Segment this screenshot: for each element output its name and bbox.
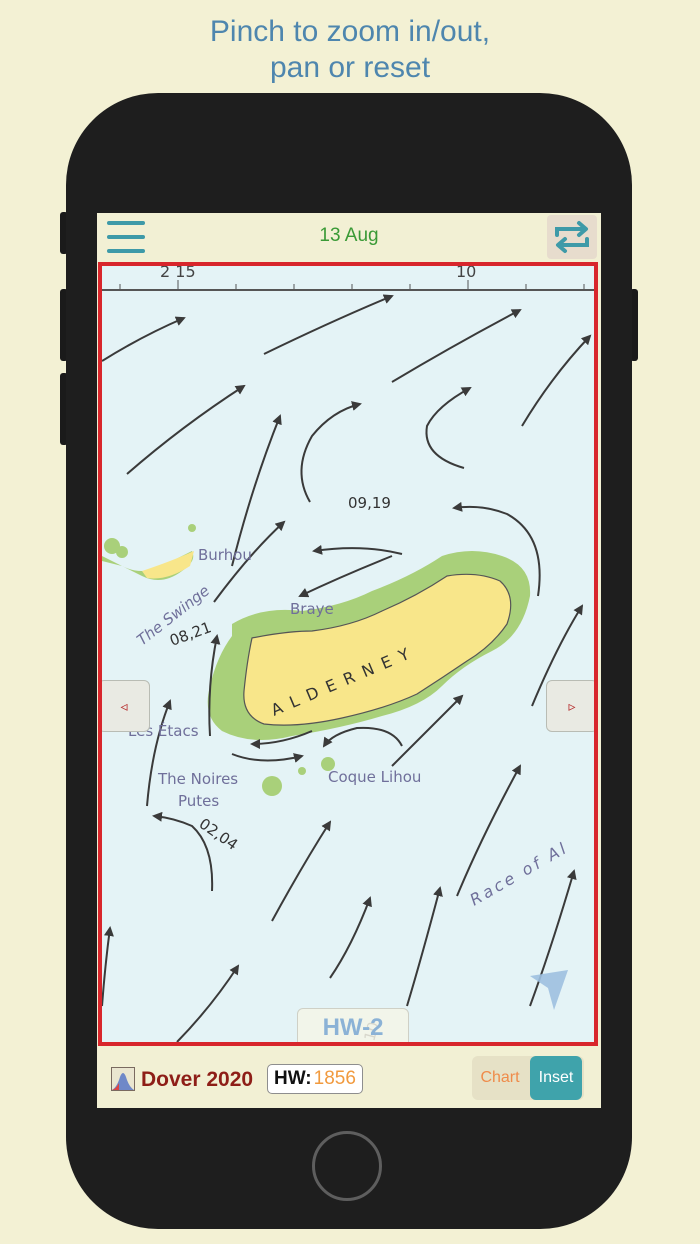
caption-line-1: Pinch to zoom in/out, (209, 15, 491, 48)
hw-offset-overlay: HW-2 1626-1726 (297, 1008, 409, 1046)
date-label: 13 Aug (319, 225, 379, 246)
home-button[interactable] (312, 1131, 382, 1201)
prev-arrow-button[interactable]: ◃ (102, 680, 150, 732)
view-segmented-control: Chart Inset (472, 1056, 584, 1100)
app-screen: 13 Aug 2 15 10 Burhou Braye Les Étacs Th… (97, 213, 601, 1108)
tidal-chart[interactable]: 2 15 10 Burhou Braye Les Étacs The Noire… (98, 262, 598, 1046)
caption-line-2: pan or reset (269, 51, 431, 84)
label-burhou: Burhou (198, 546, 252, 564)
hw-time-label: HW: (274, 1068, 312, 1089)
port-name[interactable]: Dover 2020 (141, 1067, 253, 1093)
hw-time-chip[interactable]: HW: 1856 (267, 1064, 363, 1094)
instruction-caption: Pinch to zoom in/out, pan or reset (0, 14, 700, 86)
rate-0919: 09,19 (348, 494, 391, 512)
next-arrow-button[interactable]: ▹ (546, 680, 594, 732)
scale-label-1: 2 15 (160, 266, 196, 281)
hw-offset-range: 1626-1726 (298, 1043, 408, 1046)
chart-tab-button[interactable]: Chart (472, 1056, 528, 1100)
hw-offset-title: HW-2 (322, 1014, 384, 1041)
label-coque-lihou: Coque Lihou (328, 768, 421, 786)
label-race: Race of Al (467, 838, 572, 910)
swap-arrows-icon[interactable] (547, 215, 597, 259)
label-putes: Putes (178, 792, 219, 810)
bottom-bar: Dover 2020 HW: 1856 Chart Inset (97, 1048, 601, 1108)
inset-tab-button[interactable]: Inset (530, 1056, 582, 1100)
tidal-chart-map: 2 15 10 Burhou Braye Les Étacs The Noire… (102, 266, 594, 1042)
label-braye: Braye (290, 600, 334, 618)
scale-label-2: 10 (456, 266, 476, 281)
tide-graph-icon[interactable] (111, 1067, 135, 1091)
scale-bar: 2 15 10 (102, 266, 594, 291)
label-noires: The Noires (157, 770, 238, 788)
hw-time-value: 1856 (313, 1068, 356, 1089)
burhou-island (102, 524, 196, 580)
rate-0204: 02,04 (196, 815, 242, 854)
top-bar: 13 Aug (97, 213, 601, 261)
